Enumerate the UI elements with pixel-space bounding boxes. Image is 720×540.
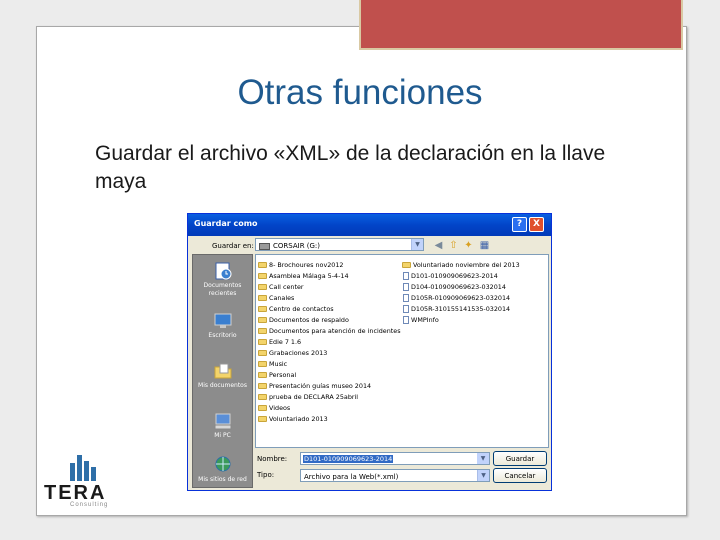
folder-icon [258,361,267,367]
slide-body-text: Guardar el archivo «XML» de la declaraci… [95,142,606,193]
file-name-value: D101-010909069623-2014 [303,455,394,463]
file-name-input[interactable]: D101-010909069623-2014 ▼ [300,452,490,465]
save-in-select[interactable]: CORSAIR (G:) ▼ [255,238,424,251]
folder-item[interactable]: Music [258,359,287,369]
places-bar: Documentos recientes Escritorio Mis docu… [192,254,253,488]
folder-item[interactable]: 8- Brochoures nov2012 [258,260,344,270]
place-my-documents[interactable]: Mis documentos [193,361,252,390]
xml-file-icon [403,294,409,302]
back-icon[interactable]: ◀ [432,239,445,252]
views-icon[interactable]: ▦ [478,239,491,252]
place-label: Documentos recientes [203,282,242,297]
folder-icon [258,262,267,268]
file-item[interactable]: WMPInfo [402,315,439,325]
chevron-down-icon[interactable]: ▼ [477,453,489,464]
desktop-icon [214,313,231,328]
folder-icon [258,339,267,345]
place-recent-documents[interactable]: Documentos recientes [193,261,252,298]
chevron-down-icon[interactable]: ▼ [477,470,489,481]
folder-icon [258,273,267,279]
file-type-select[interactable]: Archivo para la Web(*.xml) ▼ [300,469,490,482]
xml-file-icon [403,305,409,313]
folder-icon [258,416,267,422]
my-computer-icon [214,413,231,430]
file-item[interactable]: D104-010909069623-032014 [402,282,506,292]
folder-item[interactable]: Edie 7 1.6 [258,337,301,347]
new-folder-icon[interactable]: ✦ [462,239,475,252]
file-item[interactable]: D105R-310155141535-032014 [402,304,510,314]
xml-file-icon [403,272,409,280]
save-in-label: Guardar en: [212,242,254,250]
place-desktop[interactable]: Escritorio [193,311,252,340]
help-button[interactable]: ? [512,217,527,232]
folder-item[interactable]: Documentos de respaldo [258,315,349,325]
save-button[interactable]: Guardar [493,451,547,466]
network-places-icon [215,456,230,472]
xml-file-icon [403,283,409,291]
place-label: Mis documentos [198,382,247,389]
place-label: Mi PC [214,432,231,439]
file-item[interactable]: D105R-010909069623-032014 [402,293,510,303]
cancel-button[interactable]: Cancelar [493,468,547,483]
save-as-dialog: Guardar como ? X Guardar en: CORSAIR (G:… [187,213,552,491]
chevron-down-icon[interactable]: ▼ [411,239,423,250]
folder-item[interactable]: Presentación guías museo 2014 [258,381,371,391]
file-list[interactable]: 8- Brochoures nov2012 Asamblea Málaga 5-… [255,254,549,448]
folder-icon [258,350,267,356]
type-label: Tipo: [257,471,275,479]
folder-icon [258,405,267,411]
folder-icon [258,295,267,301]
file-item[interactable]: D101-010909069623-2014 [402,271,498,281]
folder-item[interactable]: Asamblea Málaga 5-4-14 [258,271,349,281]
folder-item[interactable]: Voluntariado noviembre del 2013 [402,260,520,270]
folder-icon [258,383,267,389]
place-label: Mis sitios de red [198,476,247,483]
drive-icon [259,242,270,250]
name-label: Nombre: [257,455,288,463]
folder-icon [258,284,267,290]
folder-item[interactable]: Voluntariado 2013 [258,414,328,424]
folder-item[interactable]: Personal [258,370,296,380]
logo-bars [70,455,96,481]
place-label: Escritorio [208,332,237,339]
folder-icon [402,262,411,268]
my-documents-icon [214,363,231,379]
save-in-value: CORSAIR (G:) [273,242,321,250]
folder-item[interactable]: Centro de contactos [258,304,334,314]
slide-title: Otras funciones [237,73,483,112]
folder-item[interactable]: prueba de DECLARA 25abril [258,392,358,402]
folder-icon [258,317,267,323]
tera-logo: TERA Consulting [44,455,124,513]
dialog-title: Guardar como [194,219,258,228]
place-network-places[interactable]: Mis sitios de red [193,455,252,484]
place-my-computer[interactable]: Mi PC [193,411,252,440]
folder-item[interactable]: Grabaciones 2013 [258,348,327,358]
up-folder-icon[interactable]: ⇧ [447,239,460,252]
dialog-titlebar[interactable]: Guardar como ? X [188,214,551,236]
recent-documents-icon [215,262,231,280]
folder-item[interactable]: Documentos para atención de incidentes [258,326,401,336]
folder-icon [258,328,267,334]
accent-box [359,0,683,50]
folder-item[interactable]: Call center [258,282,304,292]
xml-file-icon [403,316,409,324]
folder-icon [258,306,267,312]
folder-icon [258,372,267,378]
folder-item[interactable]: Videos [258,403,290,413]
close-button[interactable]: X [529,217,544,232]
folder-icon [258,394,267,400]
logo-subtitle: Consulting [70,502,109,508]
folder-item[interactable]: Canales [258,293,294,303]
file-type-value: Archivo para la Web(*.xml) [304,473,399,481]
